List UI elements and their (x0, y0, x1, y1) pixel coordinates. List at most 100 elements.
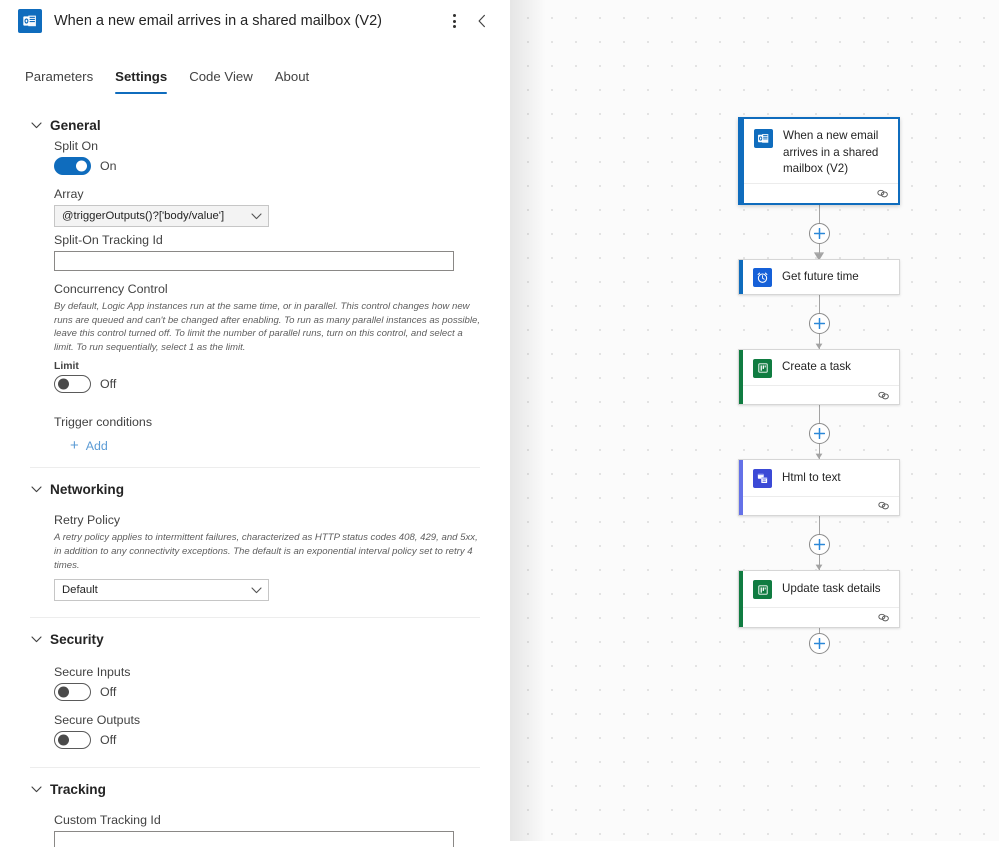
node-footer (743, 385, 899, 404)
concurrency-control-description: By default, Logic App instances run at t… (54, 301, 481, 353)
field-array: Array @triggerOutputs()?['body/value'] (54, 187, 480, 227)
custom-tracking-id-label: Custom Tracking Id (54, 813, 161, 828)
section-tracking: Tracking Custom Tracking Id (0, 772, 510, 847)
split-on-tracking-id-input[interactable] (54, 251, 454, 271)
field-split-on-tracking-id: Split-On Tracking Id (54, 233, 480, 271)
node-footer (744, 182, 898, 203)
chevron-down-icon (30, 784, 42, 796)
node-label: Update task details (782, 581, 881, 595)
field-retry-policy: Retry Policy A retry policy applies to i… (54, 513, 480, 602)
section-tracking-header[interactable]: Tracking (30, 772, 480, 803)
add-trigger-condition-button[interactable]: + Add (54, 433, 480, 453)
planner-icon (753, 580, 772, 600)
tab-bar: Parameters Settings Code View About (0, 60, 510, 94)
field-trigger-conditions: Trigger conditions + Add (54, 415, 480, 453)
section-title: General (50, 118, 101, 133)
outlook-icon (18, 9, 42, 33)
chevron-down-icon (251, 587, 262, 593)
collapse-pane-button[interactable] (468, 7, 496, 35)
workflow-node-trigger[interactable]: When a new email arrives in a shared mai… (738, 117, 900, 205)
custom-tracking-id-input[interactable] (54, 831, 454, 847)
chevron-down-icon (30, 120, 42, 132)
node-label: Create a task (782, 360, 851, 374)
section-general: General Split On On Array @triggerOutput… (0, 108, 510, 453)
link-icon[interactable] (877, 612, 890, 623)
secure-outputs-label: Secure Outputs (54, 713, 141, 728)
node-footer (743, 607, 899, 627)
tab-code-view[interactable]: Code View (178, 69, 264, 94)
limit-toggle[interactable] (54, 375, 91, 394)
workflow-canvas[interactable]: When a new email arrives in a shared mai… (510, 0, 999, 841)
node-label: When a new email arrives in a shared mai… (783, 129, 879, 175)
link-icon[interactable] (877, 500, 890, 511)
field-custom-tracking-id: Custom Tracking Id (54, 813, 480, 847)
link-icon[interactable] (876, 188, 889, 199)
add-label: Add (85, 438, 108, 453)
retry-policy-description: A retry policy applies to intermittent f… (54, 532, 478, 571)
panel-header: When a new email arrives in a shared mai… (0, 0, 510, 42)
content-conversion-icon (753, 468, 772, 488)
node-label: Get future time (782, 269, 859, 283)
tab-settings[interactable]: Settings (104, 69, 178, 94)
more-commands-button[interactable] (440, 7, 468, 35)
kebab-menu-icon (452, 14, 456, 28)
chevron-down-icon (30, 634, 42, 646)
add-step-button[interactable] (809, 313, 830, 334)
workflow-node-html-to-text[interactable]: Html to text (738, 459, 900, 516)
secure-outputs-toggle[interactable] (54, 731, 91, 750)
array-label: Array (54, 187, 84, 201)
add-step-button[interactable] (809, 423, 830, 444)
concurrency-control-label: Concurrency Control (54, 282, 168, 296)
secure-inputs-toggle[interactable] (54, 683, 91, 702)
split-on-tracking-id-label: Split-On Tracking Id (54, 233, 163, 247)
split-on-label: Split On (54, 139, 99, 153)
node-label: Html to text (782, 470, 841, 484)
tab-parameters[interactable]: Parameters (14, 69, 104, 94)
section-security: Security Secure Inputs Off Secure Output… (0, 622, 510, 750)
field-secure-outputs: Secure Outputs Off (54, 713, 480, 750)
limit-label: Limit (54, 361, 79, 373)
clock-icon (753, 268, 772, 287)
settings-body: General Split On On Array @triggerOutput… (0, 108, 510, 847)
section-divider (30, 767, 480, 769)
settings-panel: When a new email arrives in a shared mai… (0, 0, 510, 847)
chevron-down-icon (251, 212, 262, 219)
panel-title: When a new email arrives in a shared mai… (54, 13, 382, 29)
workflow-node-get-future-time[interactable]: Get future time (738, 259, 900, 295)
trigger-conditions-label: Trigger conditions (54, 415, 153, 430)
node-footer (743, 495, 899, 515)
chevron-down-icon (30, 484, 42, 496)
split-on-toggle[interactable] (54, 157, 91, 175)
section-divider (30, 467, 480, 469)
tab-about[interactable]: About (264, 69, 320, 94)
split-on-state: On (100, 159, 117, 173)
section-title: Tracking (50, 782, 106, 798)
section-security-header[interactable]: Security (30, 622, 480, 653)
section-title: Security (50, 632, 104, 648)
section-general-header[interactable]: General (30, 108, 480, 139)
array-select[interactable]: @triggerOutputs()?['body/value'] (54, 205, 269, 227)
field-split-on: Split On On (54, 139, 480, 175)
section-networking-header[interactable]: Networking (30, 472, 480, 503)
workflow-node-create-a-task[interactable]: Create a task (738, 349, 900, 405)
section-title: Networking (50, 482, 125, 498)
chevron-left-icon (478, 14, 485, 28)
secure-outputs-state: Off (100, 733, 117, 748)
add-step-button[interactable] (809, 534, 830, 555)
plus-icon: + (70, 437, 79, 455)
field-concurrency-control: Concurrency Control By default, Logic Ap… (54, 282, 481, 394)
section-networking: Networking Retry Policy A retry policy a… (0, 472, 510, 602)
link-icon[interactable] (877, 390, 890, 401)
retry-policy-select[interactable]: Default (54, 579, 269, 602)
add-step-button-final[interactable] (809, 633, 830, 654)
limit-state: Off (100, 377, 117, 392)
array-value: @triggerOutputs()?['body/value'] (62, 210, 225, 222)
add-step-button[interactable] (809, 223, 830, 244)
retry-policy-value: Default (62, 584, 98, 597)
retry-policy-label: Retry Policy (54, 513, 121, 528)
secure-inputs-state: Off (100, 685, 117, 700)
workflow-node-update-task-details[interactable]: Update task details (738, 570, 900, 628)
planner-icon (753, 358, 772, 378)
section-divider (30, 617, 480, 619)
field-secure-inputs: Secure Inputs Off (54, 665, 480, 702)
